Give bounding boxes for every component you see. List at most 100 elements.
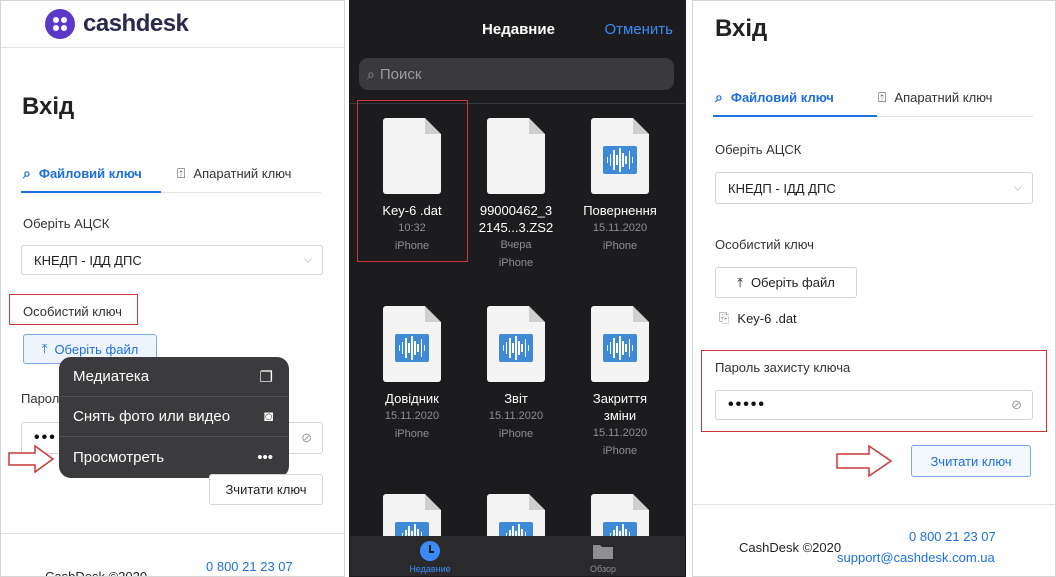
file-date: Вчера <box>500 239 532 251</box>
password-field[interactable]: ••••• ⊘ <box>715 390 1033 420</box>
file-item[interactable]: Довідник 15.11.2020 iPhone <box>362 306 462 443</box>
active-tab-underline <box>713 115 877 117</box>
tab-file-key[interactable]: ⌕ Файловий ключ <box>23 165 142 182</box>
password-value: ••••• <box>728 396 767 413</box>
file-name: Key-6 .dat <box>382 203 442 218</box>
tab-file-key[interactable]: ⌕ Файловий ключ <box>715 89 834 106</box>
menu-item-browse[interactable]: Просмотреть ••• <box>59 437 289 477</box>
file-name: Повернення <box>583 203 657 218</box>
search-placeholder: Поиск <box>379 65 422 83</box>
file-date: 15.11.2020 <box>488 410 544 422</box>
file-date: 15.11.2020 <box>384 410 440 422</box>
document-icon <box>487 118 545 194</box>
audio-file-icon <box>383 306 441 382</box>
pointer-arrow-icon <box>836 444 893 478</box>
read-key-label: Зчитати ключ <box>225 482 307 497</box>
selected-file-name: Key-6 .dat <box>737 310 797 326</box>
file-name: Звіт <box>504 391 528 406</box>
divider <box>693 504 1055 505</box>
audio-file-icon <box>487 306 545 382</box>
menu-item-camera[interactable]: Снять фото или видео ◙ <box>59 397 289 437</box>
read-key-button[interactable]: Зчитати ключ <box>911 445 1031 477</box>
tab-label: Файловий ключ <box>730 90 834 105</box>
ca-label: Оберіть АЦСК <box>23 216 110 231</box>
menu-item-label: Снять фото или видео <box>73 408 231 425</box>
search-icon: ⌕ <box>367 65 375 82</box>
search-input[interactable]: ⌕ Поиск <box>359 58 674 90</box>
camera-icon: ◙ <box>263 408 273 425</box>
private-key-label: Особистий ключ <box>23 304 122 319</box>
tab-label: Недавние <box>409 564 451 574</box>
brand-name: cashdesk <box>83 10 189 37</box>
right-panel: Вхід ⌕ Файловий ключ ⍐ Апаратний ключ Об… <box>692 0 1056 577</box>
footer-phone[interactable]: 0 800 21 23 07 <box>206 559 293 574</box>
divider <box>1 47 344 48</box>
brand-logo: cashdesk <box>45 8 189 40</box>
ca-select[interactable]: КНЕДП - ІДД ДПС ⌵ <box>715 172 1033 204</box>
audio-file-icon <box>591 118 649 194</box>
file-date: 15.11.2020 <box>592 222 648 234</box>
choose-file-label: Оберіть файл <box>750 275 835 290</box>
tab-browse[interactable]: Обзор <box>575 540 631 574</box>
upload-icon: ⤒ <box>41 341 48 356</box>
footer-phone[interactable]: 0 800 21 23 07 <box>909 529 996 544</box>
read-key-label: Зчитати ключ <box>930 453 1012 469</box>
file-name: Закриття зміни <box>592 391 648 423</box>
search-icon: ⌕ <box>23 165 31 181</box>
ca-label: Оберіть АЦСК <box>715 142 802 157</box>
selected-file: ⎘ Key-6 .dat <box>719 310 797 326</box>
tab-bar: Недавние Обзор <box>350 536 685 576</box>
file-item[interactable]: Повернення 15.11.2020 iPhone <box>570 118 670 255</box>
ca-select[interactable]: КНЕДП - ІДД ДПС ⌵ <box>21 245 323 275</box>
choose-file-label: Оберіть файл <box>54 341 139 357</box>
document-icon <box>383 118 441 194</box>
file-name: 99000462_3 2145...3.ZS2 <box>478 203 554 235</box>
file-item[interactable]: Закриття зміни 15.11.2020 iPhone <box>570 306 670 460</box>
file-source: iPhone <box>498 257 534 269</box>
ca-select-value: КНЕДП - ІДД ДПС <box>34 252 142 268</box>
password-label: Пароль захисту ключа <box>715 360 851 375</box>
cancel-button[interactable]: Отменить <box>604 21 673 38</box>
file-item[interactable]: Key-6 .dat 10:32 iPhone <box>362 118 462 255</box>
menu-item-label: Просмотреть <box>73 448 165 466</box>
menu-item-library[interactable]: Медиатека ❐ <box>59 357 289 397</box>
file-source: iPhone <box>602 445 638 457</box>
divider <box>877 116 1033 117</box>
footer-copyright: CashDesk ©2020 <box>739 540 842 555</box>
eye-off-icon[interactable]: ⊘ <box>1011 397 1022 413</box>
eye-off-icon[interactable]: ⊘ <box>301 430 312 446</box>
file-source: iPhone <box>602 240 638 252</box>
ios-file-picker: Недавние Отменить ⌕ Поиск Key-6 .dat 10:… <box>349 0 686 577</box>
footer-copyright: CashDesk ©2020 <box>45 569 148 577</box>
tab-recents[interactable]: Недавние <box>402 540 458 574</box>
divider <box>1 533 344 534</box>
active-tab-underline <box>21 191 161 193</box>
brand-logo-icon <box>45 9 75 39</box>
paperclip-icon: ⎘ <box>719 310 730 325</box>
ca-select-value: КНЕДП - ІДД ДПС <box>728 180 836 196</box>
file-source: iPhone <box>498 428 534 440</box>
read-key-button[interactable]: Зчитати ключ <box>209 474 323 505</box>
file-name: Довідник <box>385 391 439 406</box>
pointer-arrow-icon <box>8 444 55 474</box>
tab-hardware-key[interactable]: ⍐ Апаратний ключ <box>878 89 992 106</box>
left-panel: cashdesk Вхід ⌕ Файловий ключ ⍐ Апаратни… <box>0 0 345 577</box>
tab-hardware-key[interactable]: ⍐ Апаратний ключ <box>177 165 291 182</box>
file-date: 15.11.2020 <box>592 427 648 439</box>
chevron-down-icon: ⌵ <box>1013 181 1022 194</box>
tab-label: Файловий ключ <box>38 166 142 181</box>
choose-file-button[interactable]: ⤒ Оберіть файл <box>715 267 857 298</box>
chevron-down-icon: ⌵ <box>303 253 312 266</box>
upload-icon: ⤒ <box>737 274 743 290</box>
tab-label: Апаратний ключ <box>894 90 993 105</box>
divider <box>161 192 321 193</box>
gallery-icon: ❐ <box>259 368 273 386</box>
search-icon: ⌕ <box>715 89 723 105</box>
file-date: 10:32 <box>398 222 426 234</box>
footer-email[interactable]: support@cashdesk.com.ua <box>837 550 995 565</box>
file-item[interactable]: 99000462_3 2145...3.ZS2 Вчера iPhone <box>466 118 566 272</box>
audio-file-icon <box>591 306 649 382</box>
file-item[interactable]: Звіт 15.11.2020 iPhone <box>466 306 566 443</box>
menu-item-label: Медиатека <box>73 368 150 385</box>
context-menu: Медиатека ❐ Снять фото или видео ◙ Просм… <box>59 357 289 478</box>
